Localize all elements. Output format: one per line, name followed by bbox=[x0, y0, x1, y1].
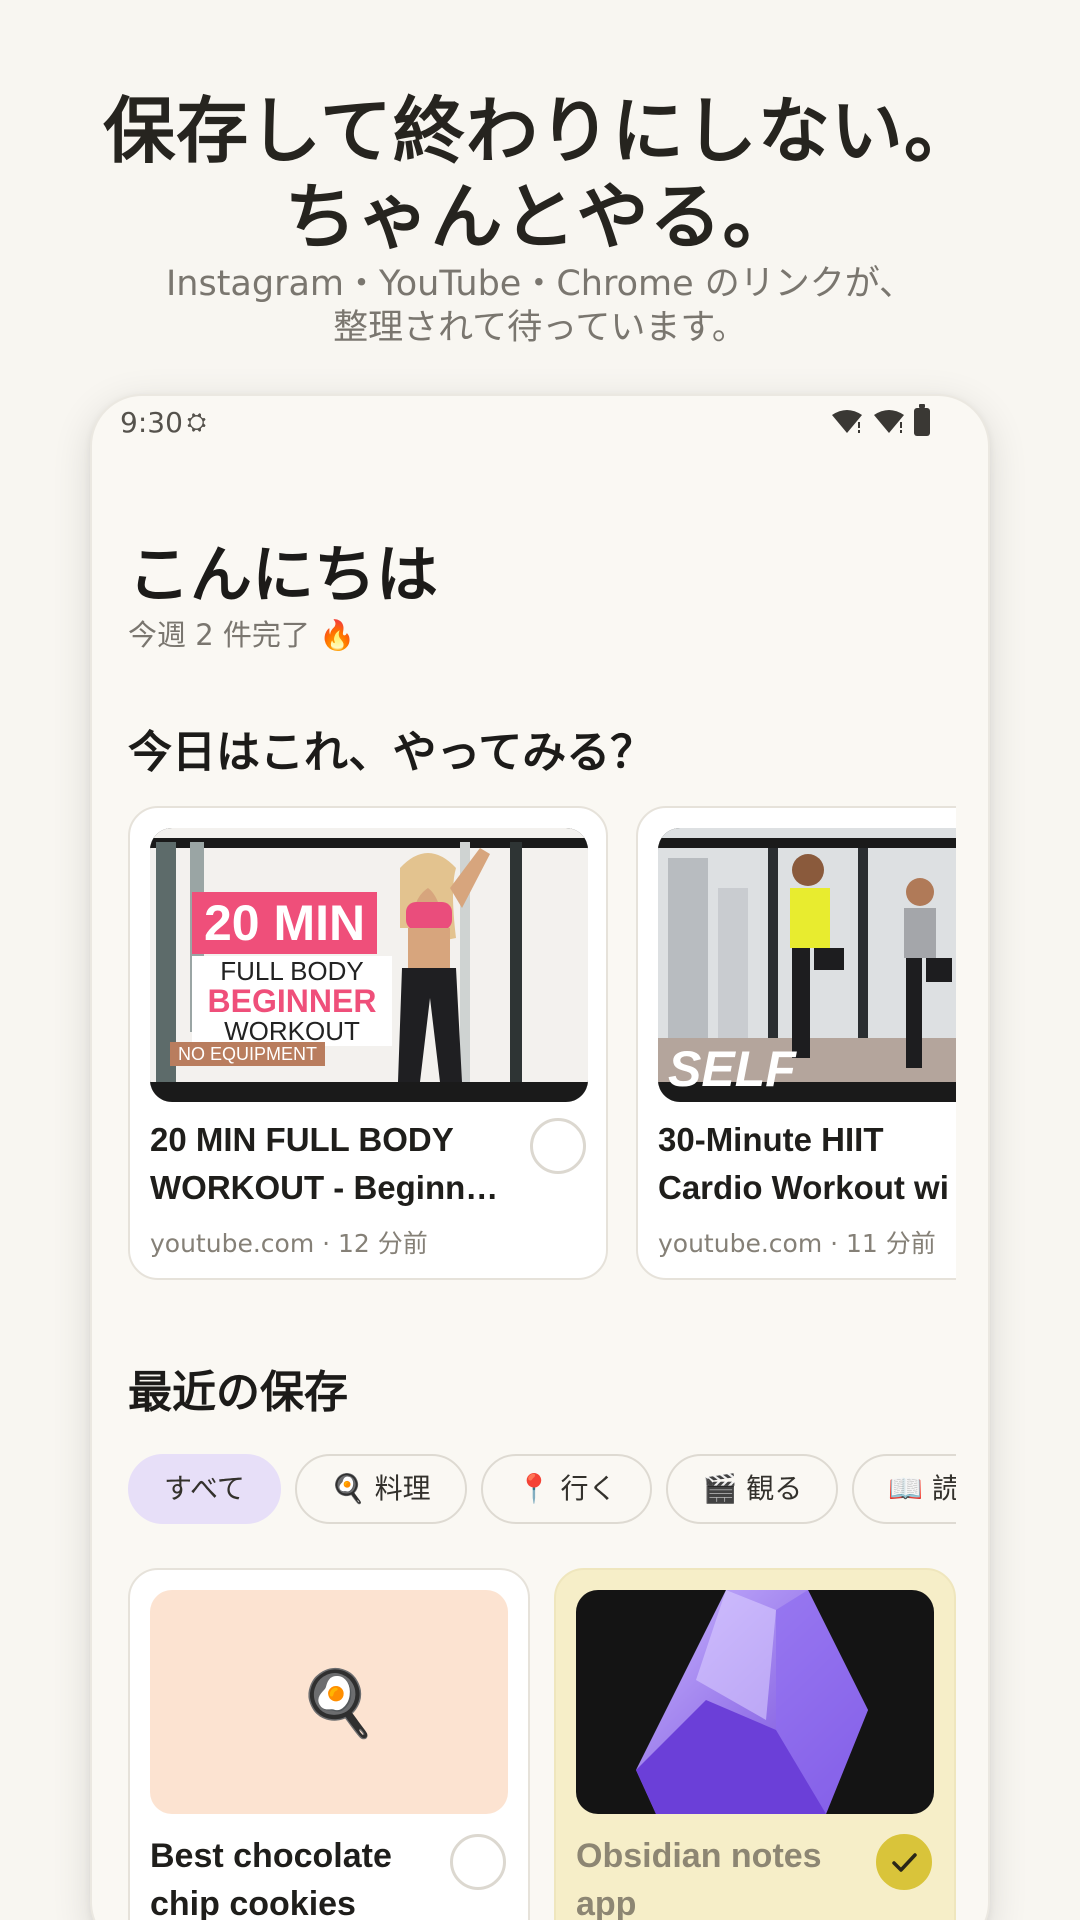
video-card-title: 30-Minute HIIT Cardio Workout wi bbox=[658, 1116, 956, 1212]
recent-section-title: 最近の保存 bbox=[128, 1367, 348, 1418]
chip-go[interactable]: 📍 行く bbox=[480, 1454, 653, 1524]
saved-card-thumbnail: 🍳 bbox=[150, 1590, 508, 1814]
hero-title-line2: ちゃんとやる。 bbox=[284, 175, 796, 259]
thumbnail-line2: BEGINNER bbox=[207, 983, 377, 1019]
video-card-title-line2: WORKOUT - Beginn… bbox=[150, 1169, 499, 1206]
complete-checkbox[interactable] bbox=[450, 1834, 506, 1890]
settings-status-icon: ⛭ bbox=[187, 408, 207, 436]
today-section-title: 今日はこれ、やってみる？ bbox=[128, 727, 655, 778]
chip-watch[interactable]: 🎬 観る bbox=[666, 1454, 839, 1524]
saved-card-title-line1: Obsidian notes bbox=[576, 1837, 822, 1875]
video-thumbnail: 20 MIN FULL BODY BEGINNER WORKOUT NO EQU… bbox=[150, 828, 588, 1102]
chip-cooking[interactable]: 🍳 料理 bbox=[294, 1454, 467, 1524]
video-card-title-line2: Cardio Workout wi bbox=[658, 1169, 949, 1206]
signal-icon bbox=[874, 410, 904, 433]
thumbnail-tag: NO EQUIPMENT bbox=[170, 1042, 326, 1066]
saved-card-thumbnail bbox=[576, 1590, 934, 1814]
frying-pan-icon: 🍳 bbox=[298, 1667, 378, 1741]
status-time: 9:30 bbox=[120, 406, 183, 439]
saved-card-title-line2: chip cookies bbox=[150, 1885, 356, 1920]
obsidian-logo-icon bbox=[636, 1590, 868, 1814]
hero-subtitle: Instagram・YouTube・Chrome のリンクが、 整理されて待って… bbox=[0, 262, 1080, 350]
status-bar: 9:30 ⛭ bbox=[92, 396, 988, 446]
hero-title-line1: 保存して終わりにしない。 bbox=[103, 89, 977, 173]
complete-checkbox[interactable] bbox=[530, 1118, 586, 1174]
weekly-stat: 今週 2 件完了 🔥 bbox=[128, 618, 356, 652]
today-carousel[interactable]: 20 MIN FULL BODY BEGINNER WORKOUT NO EQU… bbox=[128, 806, 956, 1282]
status-icons bbox=[830, 404, 930, 436]
completed-checkbox[interactable] bbox=[876, 1834, 932, 1890]
hero-subtitle-line2: 整理されて待っています。 bbox=[333, 308, 747, 348]
saved-card[interactable]: 🍳 Best chocolate chip cookies bbox=[128, 1568, 530, 1920]
video-card[interactable]: SELF 30-Minute HIIT Cardio Workout wi yo… bbox=[636, 806, 956, 1280]
saved-card-title: Obsidian notes app bbox=[576, 1832, 866, 1920]
category-chips: すべて 🍳 料理 📍 行く 🎬 観る 📖 読 bbox=[128, 1454, 956, 1526]
hero-subtitle-line1: Instagram・YouTube・Chrome のリンクが、 bbox=[165, 264, 915, 304]
video-card-title: 20 MIN FULL BODY WORKOUT - Beginn… bbox=[150, 1116, 510, 1212]
video-card-title-line1: 20 MIN FULL BODY bbox=[150, 1121, 454, 1158]
phone-frame: 9:30 ⛭ こんにちは 今週 2 件完了 🔥 今日はこれ、やってみる？ 20 … bbox=[90, 394, 990, 1920]
video-card-meta: youtube.com · 11 分前 bbox=[658, 1229, 936, 1258]
saved-card-title-line2: app bbox=[576, 1885, 637, 1920]
saved-card-title-line1: Best chocolate bbox=[150, 1837, 392, 1875]
video-card-meta: youtube.com · 12 分前 bbox=[150, 1229, 428, 1258]
thumbnail-text-block: FULL BODY BEGINNER WORKOUT bbox=[192, 956, 392, 1046]
channel-logo: SELF bbox=[668, 1041, 796, 1097]
thumbnail-big-text: 20 MIN bbox=[192, 892, 378, 954]
wifi-icon bbox=[832, 410, 862, 433]
battery-icon bbox=[914, 404, 930, 436]
chip-all[interactable]: すべて bbox=[128, 1454, 281, 1524]
video-card[interactable]: 20 MIN FULL BODY BEGINNER WORKOUT NO EQU… bbox=[128, 806, 608, 1280]
video-card-title-line1: 30-Minute HIIT bbox=[658, 1121, 884, 1158]
greeting-title: こんにちは bbox=[128, 538, 439, 611]
saved-card-done[interactable]: Obsidian notes app bbox=[554, 1568, 956, 1920]
chip-read[interactable]: 📖 読 bbox=[852, 1454, 956, 1524]
video-thumbnail: SELF bbox=[658, 828, 956, 1102]
hero-title: 保存して終わりにしない。 ちゃんとやる。 bbox=[0, 88, 1080, 260]
saved-card-title: Best chocolate chip cookies bbox=[150, 1832, 440, 1920]
thumbnail-line1: FULL BODY bbox=[220, 956, 364, 986]
check-icon bbox=[892, 1853, 917, 1872]
